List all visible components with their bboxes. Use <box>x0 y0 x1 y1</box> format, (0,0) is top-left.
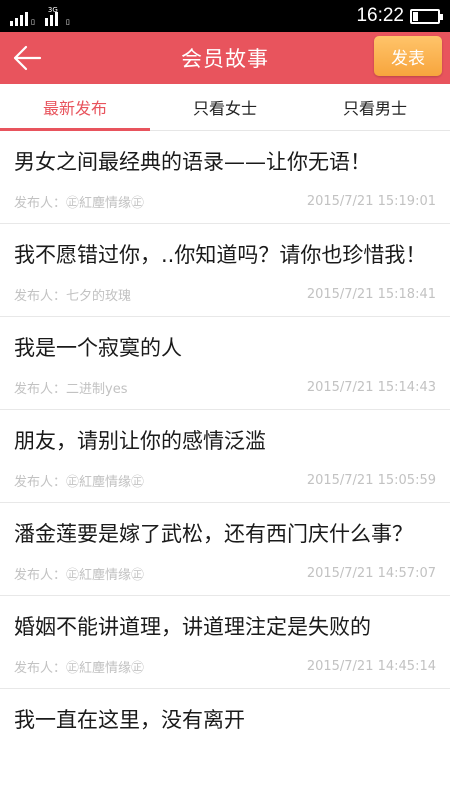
post-author: 发布人：二进制yes <box>14 378 127 397</box>
post-time: 2015/7/21 15:05:59 <box>306 473 436 488</box>
app-header: 会员故事 发表 <box>0 32 450 84</box>
post-title: 男女之间最经典的语录——让你无语！ <box>14 150 371 174</box>
filter-tabs: 最新发布 只看女士 只看男士 <box>0 84 450 131</box>
author-name: ㊣紅塵情缘㊣ <box>66 661 145 676</box>
list-item[interactable]: 我不愿错过你，..你知道吗？请你也珍惜我！ 发布人：七夕的玫瑰 2015/7/2… <box>0 224 450 317</box>
list-item[interactable]: 潘金莲要是嫁了武松，还有西门庆什么事？ 发布人：㊣紅塵情缘㊣ 2015/7/21… <box>0 503 450 596</box>
back-arrow-icon[interactable] <box>10 41 44 75</box>
battery-icon <box>410 8 443 24</box>
post-time: 2015/7/21 14:57:07 <box>306 566 436 581</box>
post-title: 我不愿错过你，..你知道吗？请你也珍惜我！ <box>14 243 427 267</box>
author-prefix: 发布人： <box>14 382 67 397</box>
post-title: 我是一个寂寞的人 <box>14 336 182 360</box>
post-time: 2015/7/21 15:19:01 <box>306 194 436 209</box>
post-author: 发布人：七夕的玫瑰 <box>14 285 131 304</box>
status-bar: ▯ 3G ▯ 16:22 <box>0 0 450 32</box>
signal-icon: ▯ <box>10 10 35 26</box>
list-item[interactable]: 男女之间最经典的语录——让你无语！ 发布人：㊣紅塵情缘㊣ 2015/7/21 1… <box>0 131 450 224</box>
post-author: 发布人：㊣紅塵情缘㊣ <box>14 471 144 490</box>
list-item[interactable]: 朋友，请别让你的感情泛滥 发布人：㊣紅塵情缘㊣ 2015/7/21 15:05:… <box>0 410 450 503</box>
page-title: 会员故事 <box>181 47 269 71</box>
author-name: ㊣紅塵情缘㊣ <box>66 196 145 211</box>
post-time: 2015/7/21 15:14:43 <box>306 380 436 395</box>
list-item[interactable]: 我是一个寂寞的人 发布人：二进制yes 2015/7/21 15:14:43 <box>0 317 450 410</box>
post-title: 潘金莲要是嫁了武松，还有西门庆什么事？ <box>14 522 413 546</box>
clock: 16:22 <box>356 5 404 26</box>
post-title: 婚姻不能讲道理，讲道理注定是失败的 <box>14 615 371 639</box>
post-author: 发布人：㊣紅塵情缘㊣ <box>14 564 144 583</box>
tab-men-only[interactable]: 只看男士 <box>300 84 450 130</box>
list-item[interactable]: 婚姻不能讲道理，讲道理注定是失败的 发布人：㊣紅塵情缘㊣ 2015/7/21 1… <box>0 596 450 689</box>
post-author: 发布人：㊣紅塵情缘㊣ <box>14 192 144 211</box>
network-type-label: 3G <box>47 6 58 14</box>
author-prefix: 发布人： <box>14 475 67 490</box>
author-name: ㊣紅塵情缘㊣ <box>66 475 145 490</box>
author-name: 七夕的玫瑰 <box>66 289 132 304</box>
signal-3g-icon: 3G ▯ <box>44 6 70 26</box>
post-time: 2015/7/21 15:18:41 <box>306 287 436 302</box>
author-name: ㊣紅塵情缘㊣ <box>66 568 145 583</box>
list-item[interactable]: 我一直在这里，没有离开 <box>0 689 450 748</box>
author-prefix: 发布人： <box>14 289 67 304</box>
tab-latest[interactable]: 最新发布 <box>0 84 150 131</box>
author-name: 二进制yes <box>66 382 128 397</box>
author-prefix: 发布人： <box>14 196 67 211</box>
author-prefix: 发布人： <box>14 568 67 583</box>
post-time: 2015/7/21 14:45:14 <box>306 659 436 674</box>
post-author: 发布人：㊣紅塵情缘㊣ <box>14 657 144 676</box>
tab-women-only[interactable]: 只看女士 <box>150 84 300 130</box>
post-title: 我一直在这里，没有离开 <box>14 708 245 732</box>
publish-button[interactable]: 发表 <box>374 36 442 76</box>
author-prefix: 发布人： <box>14 661 67 676</box>
post-title: 朋友，请别让你的感情泛滥 <box>14 429 266 453</box>
story-list: 男女之间最经典的语录——让你无语！ 发布人：㊣紅塵情缘㊣ 2015/7/21 1… <box>0 131 450 748</box>
